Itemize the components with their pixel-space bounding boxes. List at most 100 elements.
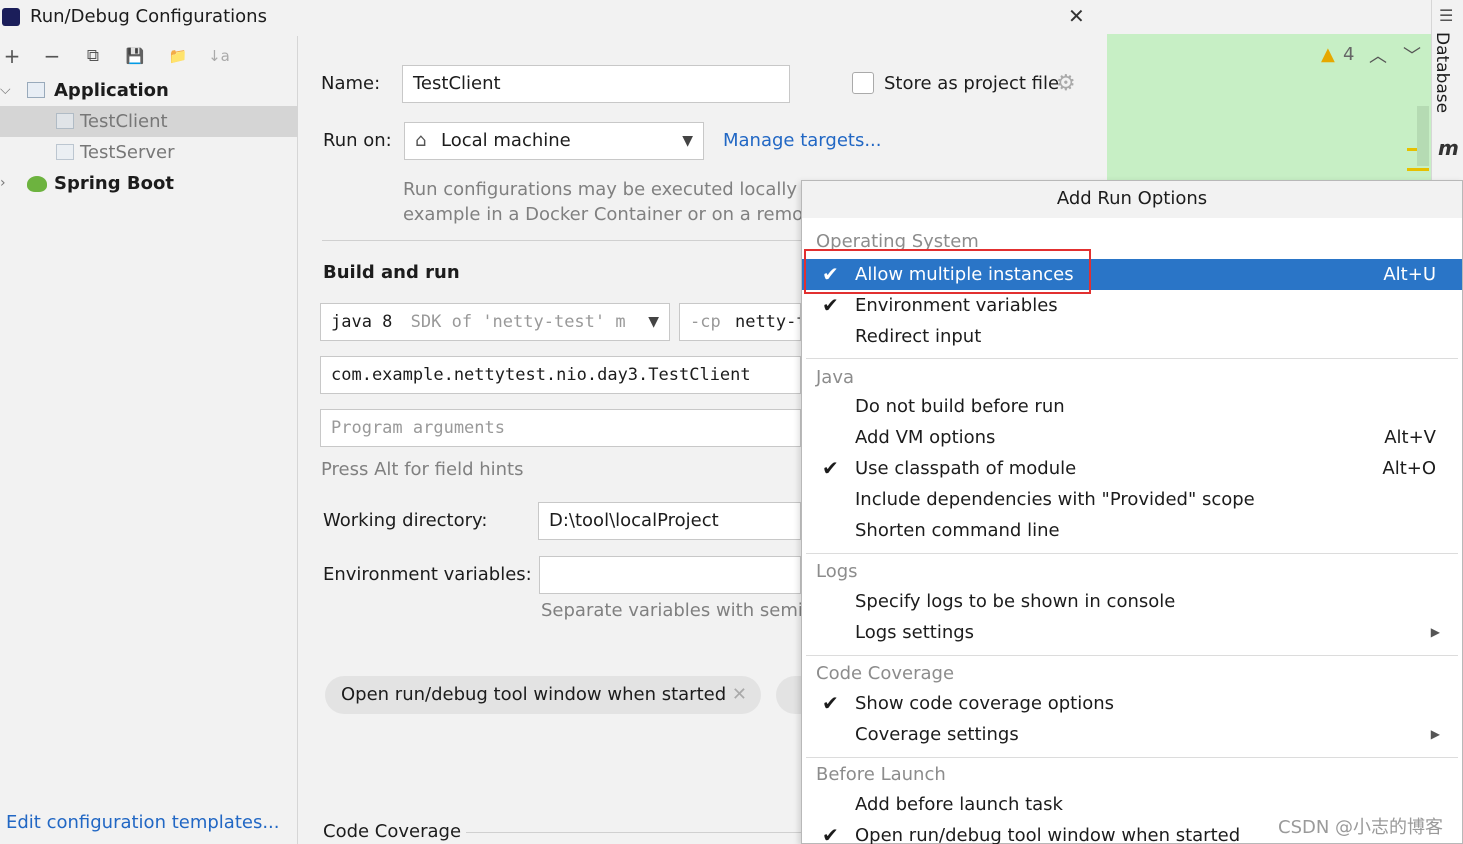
tree-label-spring-boot: Spring Boot: [54, 173, 174, 194]
run-on-select[interactable]: ⌂ Local machine ▼: [404, 122, 704, 160]
build-and-run-heading: Build and run: [323, 262, 460, 283]
intellij-logo-icon: [2, 8, 20, 26]
divider: [322, 240, 802, 241]
add-config-button[interactable]: +: [0, 44, 24, 68]
submenu-arrow-icon: ▶: [1430, 625, 1440, 639]
right-tool-strip: ☰ Database m: [1431, 0, 1463, 180]
tree-item-testclient[interactable]: TestClient: [0, 106, 298, 137]
copy-config-button[interactable]: ⧉: [81, 44, 105, 68]
dropdown-arrow-icon: ▼: [682, 133, 693, 149]
option-redirect-input[interactable]: Redirect input: [802, 321, 1462, 352]
option-label: Shorten command line: [855, 520, 1060, 541]
jdk-sdk: SDK of 'netty-test' m: [410, 312, 626, 332]
spring-boot-icon: [27, 176, 47, 192]
tree-item-testserver[interactable]: TestServer: [0, 137, 298, 168]
manage-targets-link[interactable]: Manage targets...: [723, 130, 882, 151]
option-shorten-command-line[interactable]: Shorten command line: [802, 515, 1462, 546]
classpath-select[interactable]: -cp netty-t: [679, 303, 801, 341]
check-icon: ✔: [822, 823, 839, 844]
working-directory-label: Working directory:: [323, 510, 488, 531]
home-icon: ⌂: [415, 130, 427, 151]
dropdown-arrow-icon: ▼: [644, 304, 659, 340]
option-logs-settings[interactable]: Logs settings ▶: [802, 617, 1462, 648]
chevron-up-icon[interactable]: ︿: [1369, 42, 1387, 68]
section-code-coverage: Code Coverage: [816, 663, 955, 684]
save-config-button[interactable]: 💾: [123, 44, 147, 68]
watermark: CSDN @小志的博客: [1278, 817, 1444, 838]
option-label: Show code coverage options: [855, 693, 1115, 714]
alt-hint: Press Alt for field hints: [321, 459, 524, 480]
database-icon[interactable]: ☰: [1439, 6, 1453, 25]
divider: [806, 358, 1458, 359]
option-label: Do not build before run: [855, 396, 1065, 417]
section-java: Java: [816, 367, 855, 388]
program-arguments-input[interactable]: Program arguments: [320, 409, 801, 447]
option-label: Add before launch task: [855, 794, 1063, 815]
remove-config-button[interactable]: −: [40, 44, 64, 68]
chevron-down-icon[interactable]: ﹀: [1403, 42, 1421, 68]
section-logs: Logs: [816, 561, 858, 582]
divider: [806, 553, 1458, 554]
marker: [1407, 168, 1429, 171]
shortcut: Alt+O: [1382, 458, 1436, 479]
scrollbar-thumb[interactable]: [1417, 106, 1429, 166]
check-icon: ✔: [822, 691, 839, 715]
open-tool-window-chip: Open run/debug tool window when started …: [325, 676, 761, 714]
option-add-vm-options[interactable]: Add VM options Alt+V: [802, 422, 1462, 453]
gear-icon[interactable]: ⚙: [1056, 71, 1076, 96]
main-class-input[interactable]: com.example.nettytest.nio.day3.TestClien…: [320, 356, 801, 394]
cp-value: netty-t: [734, 312, 801, 332]
name-label: Name:: [321, 73, 381, 94]
shortcut: Alt+V: [1384, 427, 1436, 448]
option-label: Open run/debug tool window when started: [855, 825, 1241, 844]
option-label: Add VM options: [855, 427, 996, 448]
tree-label: TestClient: [80, 111, 168, 132]
env-hint: Separate variables with semico: [541, 600, 801, 621]
option-show-coverage[interactable]: ✔ Show code coverage options: [802, 688, 1462, 719]
tree-item-application[interactable]: ⌵ Application: [0, 75, 298, 106]
option-specify-logs[interactable]: Specify logs to be shown in console: [802, 586, 1462, 617]
option-label: Use classpath of module: [855, 458, 1077, 479]
chevron-down-icon[interactable]: ⌵: [0, 75, 11, 106]
config-tree-pane: + − ⧉ 💾 📁 ↓a ⌵ Application TestClient Te…: [0, 36, 298, 844]
option-do-not-build[interactable]: Do not build before run: [802, 391, 1462, 422]
option-environment-variables[interactable]: ✔ Environment variables: [802, 290, 1462, 321]
option-label: Redirect input: [855, 326, 982, 347]
maven-icon[interactable]: m: [1438, 136, 1459, 160]
close-icon[interactable]: ✕: [1068, 4, 1085, 28]
option-use-classpath[interactable]: ✔ Use classpath of module Alt+O: [802, 453, 1462, 484]
new-folder-button[interactable]: 📁: [166, 44, 190, 68]
divider: [466, 832, 802, 833]
option-label: Specify logs to be shown in console: [855, 591, 1176, 612]
section-before-launch: Before Launch: [816, 764, 946, 785]
submenu-arrow-icon: ▶: [1430, 727, 1440, 741]
divider: [806, 655, 1458, 656]
tree-label-application: Application: [54, 80, 169, 101]
chevron-right-icon[interactable]: ›: [0, 168, 6, 199]
database-tab[interactable]: Database: [1432, 32, 1452, 113]
tree-label: TestServer: [80, 142, 175, 163]
name-input[interactable]: TestClient: [402, 65, 790, 103]
run-on-hint-line1: Run configurations may be executed local…: [403, 179, 822, 200]
option-include-provided[interactable]: Include dependencies with "Provided" sco…: [802, 484, 1462, 515]
tree-item-spring-boot[interactable]: › Spring Boot: [0, 168, 298, 199]
run-on-hint-line2: example in a Docker Container or on a re…: [403, 204, 822, 225]
check-icon: ✔: [822, 293, 839, 317]
store-as-project-label: Store as project file: [884, 73, 1060, 94]
edit-templates-link[interactable]: Edit configuration templates...: [6, 812, 280, 833]
warning-count: 4: [1343, 44, 1355, 65]
editor-highlight: ▲ 4 ︿ ﹀: [1107, 34, 1431, 180]
sort-button[interactable]: ↓a: [207, 44, 231, 68]
jdk-select[interactable]: java 8 SDK of 'netty-test' m ▼: [320, 303, 670, 341]
store-as-project-checkbox[interactable]: [852, 72, 874, 94]
environment-variables-input[interactable]: [539, 556, 801, 594]
working-directory-input[interactable]: D:\tool\localProject: [538, 502, 801, 540]
popup-title: Add Run Options: [802, 181, 1462, 218]
divider: [806, 757, 1458, 758]
run-on-value: Local machine: [441, 130, 571, 151]
cp-flag: -cp: [690, 312, 721, 332]
option-coverage-settings[interactable]: Coverage settings ▶: [802, 719, 1462, 750]
warning-icon[interactable]: ▲: [1321, 44, 1335, 65]
application-icon: [56, 113, 74, 129]
close-icon[interactable]: ✕: [732, 676, 747, 714]
